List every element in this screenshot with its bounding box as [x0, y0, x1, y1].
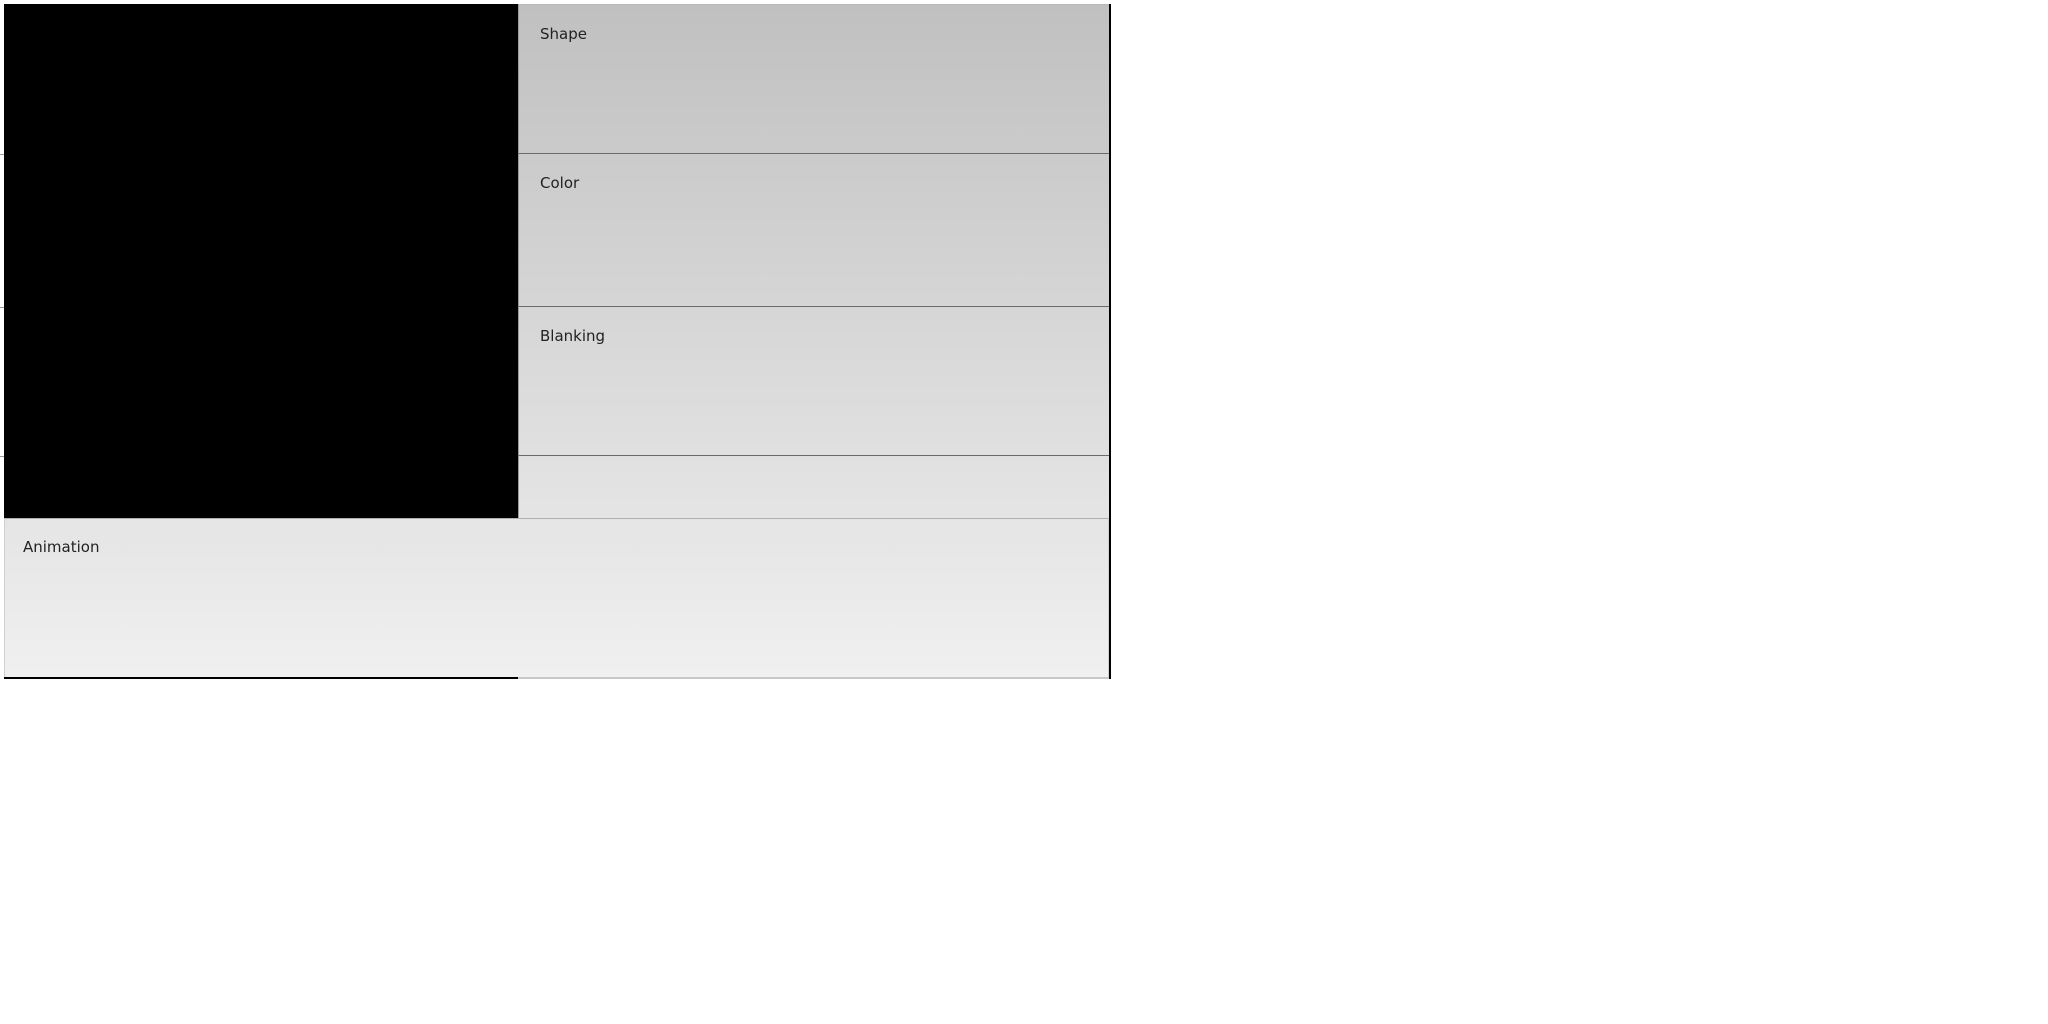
tick-mark — [0, 456, 4, 457]
tick-mark — [0, 154, 4, 155]
animation-panel-label: Animation — [23, 538, 100, 556]
shape-panel[interactable]: Shape — [518, 4, 1109, 154]
blanking-panel[interactable]: Blanking — [518, 307, 1109, 456]
color-panel[interactable]: Color — [518, 154, 1109, 307]
blanking-panel-label: Blanking — [540, 327, 606, 345]
shape-panel-label: Shape — [540, 25, 587, 43]
empty-panel — [518, 456, 1109, 518]
preview-canvas[interactable] — [4, 4, 518, 518]
color-panel-label: Color — [540, 174, 580, 192]
bottom-border-left — [4, 677, 518, 679]
tick-mark — [0, 307, 4, 308]
animation-panel[interactable]: Animation — [4, 518, 1109, 677]
app-window: Shape Color Blanking Animation — [0, 4, 1111, 679]
bottom-border-right — [518, 677, 1109, 679]
